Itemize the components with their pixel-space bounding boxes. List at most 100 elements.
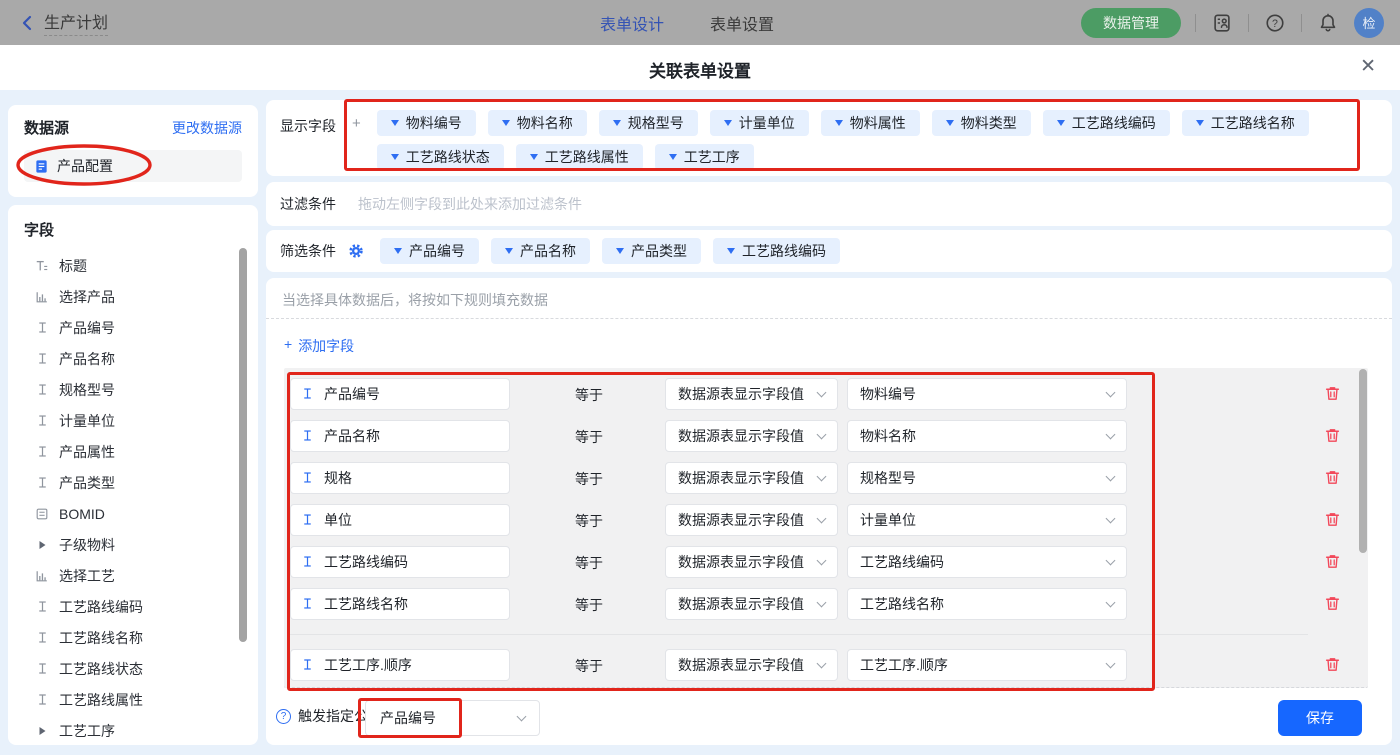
rule-source-select[interactable]: 数据源表显示字段值	[665, 378, 838, 410]
rule-value-select[interactable]: 工艺路线编码	[847, 546, 1127, 578]
field-tag[interactable]: 物料编号	[377, 110, 476, 136]
field-tag[interactable]: 工艺路线属性	[516, 144, 643, 170]
change-datasource-link[interactable]: 更改数据源	[172, 118, 242, 138]
avatar[interactable]: 检	[1354, 8, 1384, 38]
rule-field-input[interactable]: 工艺工序.顺序	[290, 649, 510, 681]
help-icon[interactable]: ?	[1263, 11, 1287, 35]
rule-value-select[interactable]: 规格型号	[847, 462, 1127, 494]
rule-source-value: 数据源表显示字段值	[678, 594, 804, 614]
trash-icon[interactable]	[1324, 553, 1342, 571]
text-field-icon	[301, 555, 315, 569]
rule-field-input[interactable]: 产品名称	[290, 420, 510, 452]
rule-operator: 等于	[575, 427, 603, 447]
rule-source-select[interactable]: 数据源表显示字段值	[665, 462, 838, 494]
rule-value-select[interactable]: 工艺工序.顺序	[847, 649, 1127, 681]
field-tag[interactable]: 物料名称	[488, 110, 587, 136]
add-field-button[interactable]: + 添加字段	[284, 336, 354, 356]
field-tag[interactable]: 工艺路线状态	[377, 144, 504, 170]
field-tag[interactable]: 工艺路线编码	[713, 238, 840, 264]
rule-source-select[interactable]: 数据源表显示字段值	[665, 546, 838, 578]
field-tag[interactable]: 计量单位	[710, 110, 809, 136]
divider	[1248, 14, 1249, 32]
contacts-icon[interactable]	[1210, 11, 1234, 35]
trigger-field-select[interactable]: 产品编号	[365, 700, 540, 736]
field-item-label: 选择工艺	[59, 566, 115, 586]
data-manage-button[interactable]: 数据管理	[1081, 8, 1181, 38]
trash-icon[interactable]	[1324, 595, 1342, 613]
tab-form-design[interactable]: 表单设计	[600, 11, 664, 35]
trash-icon[interactable]	[1324, 511, 1342, 529]
rules-bottom-bar: ? 触发指定公式 产品编号 保存	[266, 688, 1392, 745]
trash-icon[interactable]	[1324, 427, 1342, 445]
rule-value-select[interactable]: 计量单位	[847, 504, 1127, 536]
help-circle-icon[interactable]: ?	[276, 709, 291, 724]
field-list-item[interactable]: 子级物料	[24, 529, 258, 560]
rule-source-select[interactable]: 数据源表显示字段值	[665, 588, 838, 620]
document-icon	[34, 159, 49, 174]
chevron-down-icon	[1106, 555, 1116, 565]
field-tag[interactable]: 产品类型	[602, 238, 701, 264]
field-tag[interactable]: 工艺工序	[655, 144, 754, 170]
caret-down-icon	[835, 120, 843, 126]
tab-form-settings[interactable]: 表单设置	[710, 11, 774, 35]
text-field-icon	[301, 471, 315, 485]
tag-label: 物料类型	[961, 113, 1017, 133]
filter-dropzone[interactable]: 拖动左侧字段到此处来添加过滤条件	[358, 194, 582, 214]
rules-scrollbar[interactable]	[1359, 369, 1367, 553]
chevron-down-icon	[817, 555, 827, 565]
rule-value-value: 计量单位	[860, 510, 916, 530]
back-button[interactable]: 生产计划	[20, 9, 108, 36]
field-list-item[interactable]: 标题	[24, 250, 258, 281]
back-chevron-icon	[20, 15, 34, 31]
trash-icon[interactable]	[1324, 385, 1342, 403]
rule-field-input[interactable]: 单位	[290, 504, 510, 536]
field-list-item[interactable]: 选择产品	[24, 281, 258, 312]
field-list-item[interactable]: 工艺路线状态	[24, 653, 258, 684]
bell-icon[interactable]	[1316, 11, 1340, 35]
field-list-item[interactable]: 产品类型	[24, 467, 258, 498]
rule-field-input[interactable]: 工艺路线名称	[290, 588, 510, 620]
sidebar-scrollbar[interactable]	[239, 248, 247, 642]
field-tag[interactable]: 物料属性	[821, 110, 920, 136]
save-button[interactable]: 保存	[1278, 700, 1362, 736]
modal-title: 关联表单设置	[0, 57, 1400, 82]
field-list-item[interactable]: 计量单位	[24, 405, 258, 436]
field-list-item[interactable]: 工艺路线编码	[24, 591, 258, 622]
trash-icon[interactable]	[1324, 469, 1342, 487]
add-display-field-button[interactable]: +	[352, 110, 361, 166]
field-tag[interactable]: 物料类型	[932, 110, 1031, 136]
datasource-item[interactable]: 产品配置	[24, 150, 242, 182]
field-list-item[interactable]: 产品属性	[24, 436, 258, 467]
field-tag[interactable]: 工艺路线名称	[1182, 110, 1309, 136]
rule-source-select[interactable]: 数据源表显示字段值	[665, 420, 838, 452]
expand-icon	[34, 537, 50, 553]
rule-field-input[interactable]: 产品编号	[290, 378, 510, 410]
rule-source-select[interactable]: 数据源表显示字段值	[665, 504, 838, 536]
field-list-item[interactable]: 产品名称	[24, 343, 258, 374]
gear-icon[interactable]	[348, 243, 364, 259]
field-list-item[interactable]: 工艺工序	[24, 715, 258, 745]
trash-icon[interactable]	[1324, 656, 1342, 674]
rule-field-input[interactable]: 规格	[290, 462, 510, 494]
rule-row: 工艺路线编码等于数据源表显示字段值工艺路线编码	[284, 546, 1368, 578]
caret-down-icon	[1196, 120, 1204, 126]
rule-row: 工艺路线名称等于数据源表显示字段值工艺路线名称	[284, 588, 1368, 620]
text-field-icon	[301, 658, 315, 672]
field-list-item[interactable]: 工艺路线名称	[24, 622, 258, 653]
rule-value-select[interactable]: 物料编号	[847, 378, 1127, 410]
field-tag[interactable]: 产品编号	[380, 238, 479, 264]
rule-source-select[interactable]: 数据源表显示字段值	[665, 649, 838, 681]
text-field-icon	[34, 599, 50, 615]
close-icon[interactable]: ✕	[1360, 55, 1376, 78]
rule-value-select[interactable]: 工艺路线名称	[847, 588, 1127, 620]
field-list-item[interactable]: 工艺路线属性	[24, 684, 258, 715]
field-tag[interactable]: 工艺路线编码	[1043, 110, 1170, 136]
field-list-item[interactable]: 规格型号	[24, 374, 258, 405]
field-list-item[interactable]: 选择工艺	[24, 560, 258, 591]
rule-value-select[interactable]: 物料名称	[847, 420, 1127, 452]
field-list-item[interactable]: BOMID	[24, 498, 258, 529]
field-tag[interactable]: 规格型号	[599, 110, 698, 136]
rule-field-input[interactable]: 工艺路线编码	[290, 546, 510, 578]
field-tag[interactable]: 产品名称	[491, 238, 590, 264]
field-list-item[interactable]: 产品编号	[24, 312, 258, 343]
